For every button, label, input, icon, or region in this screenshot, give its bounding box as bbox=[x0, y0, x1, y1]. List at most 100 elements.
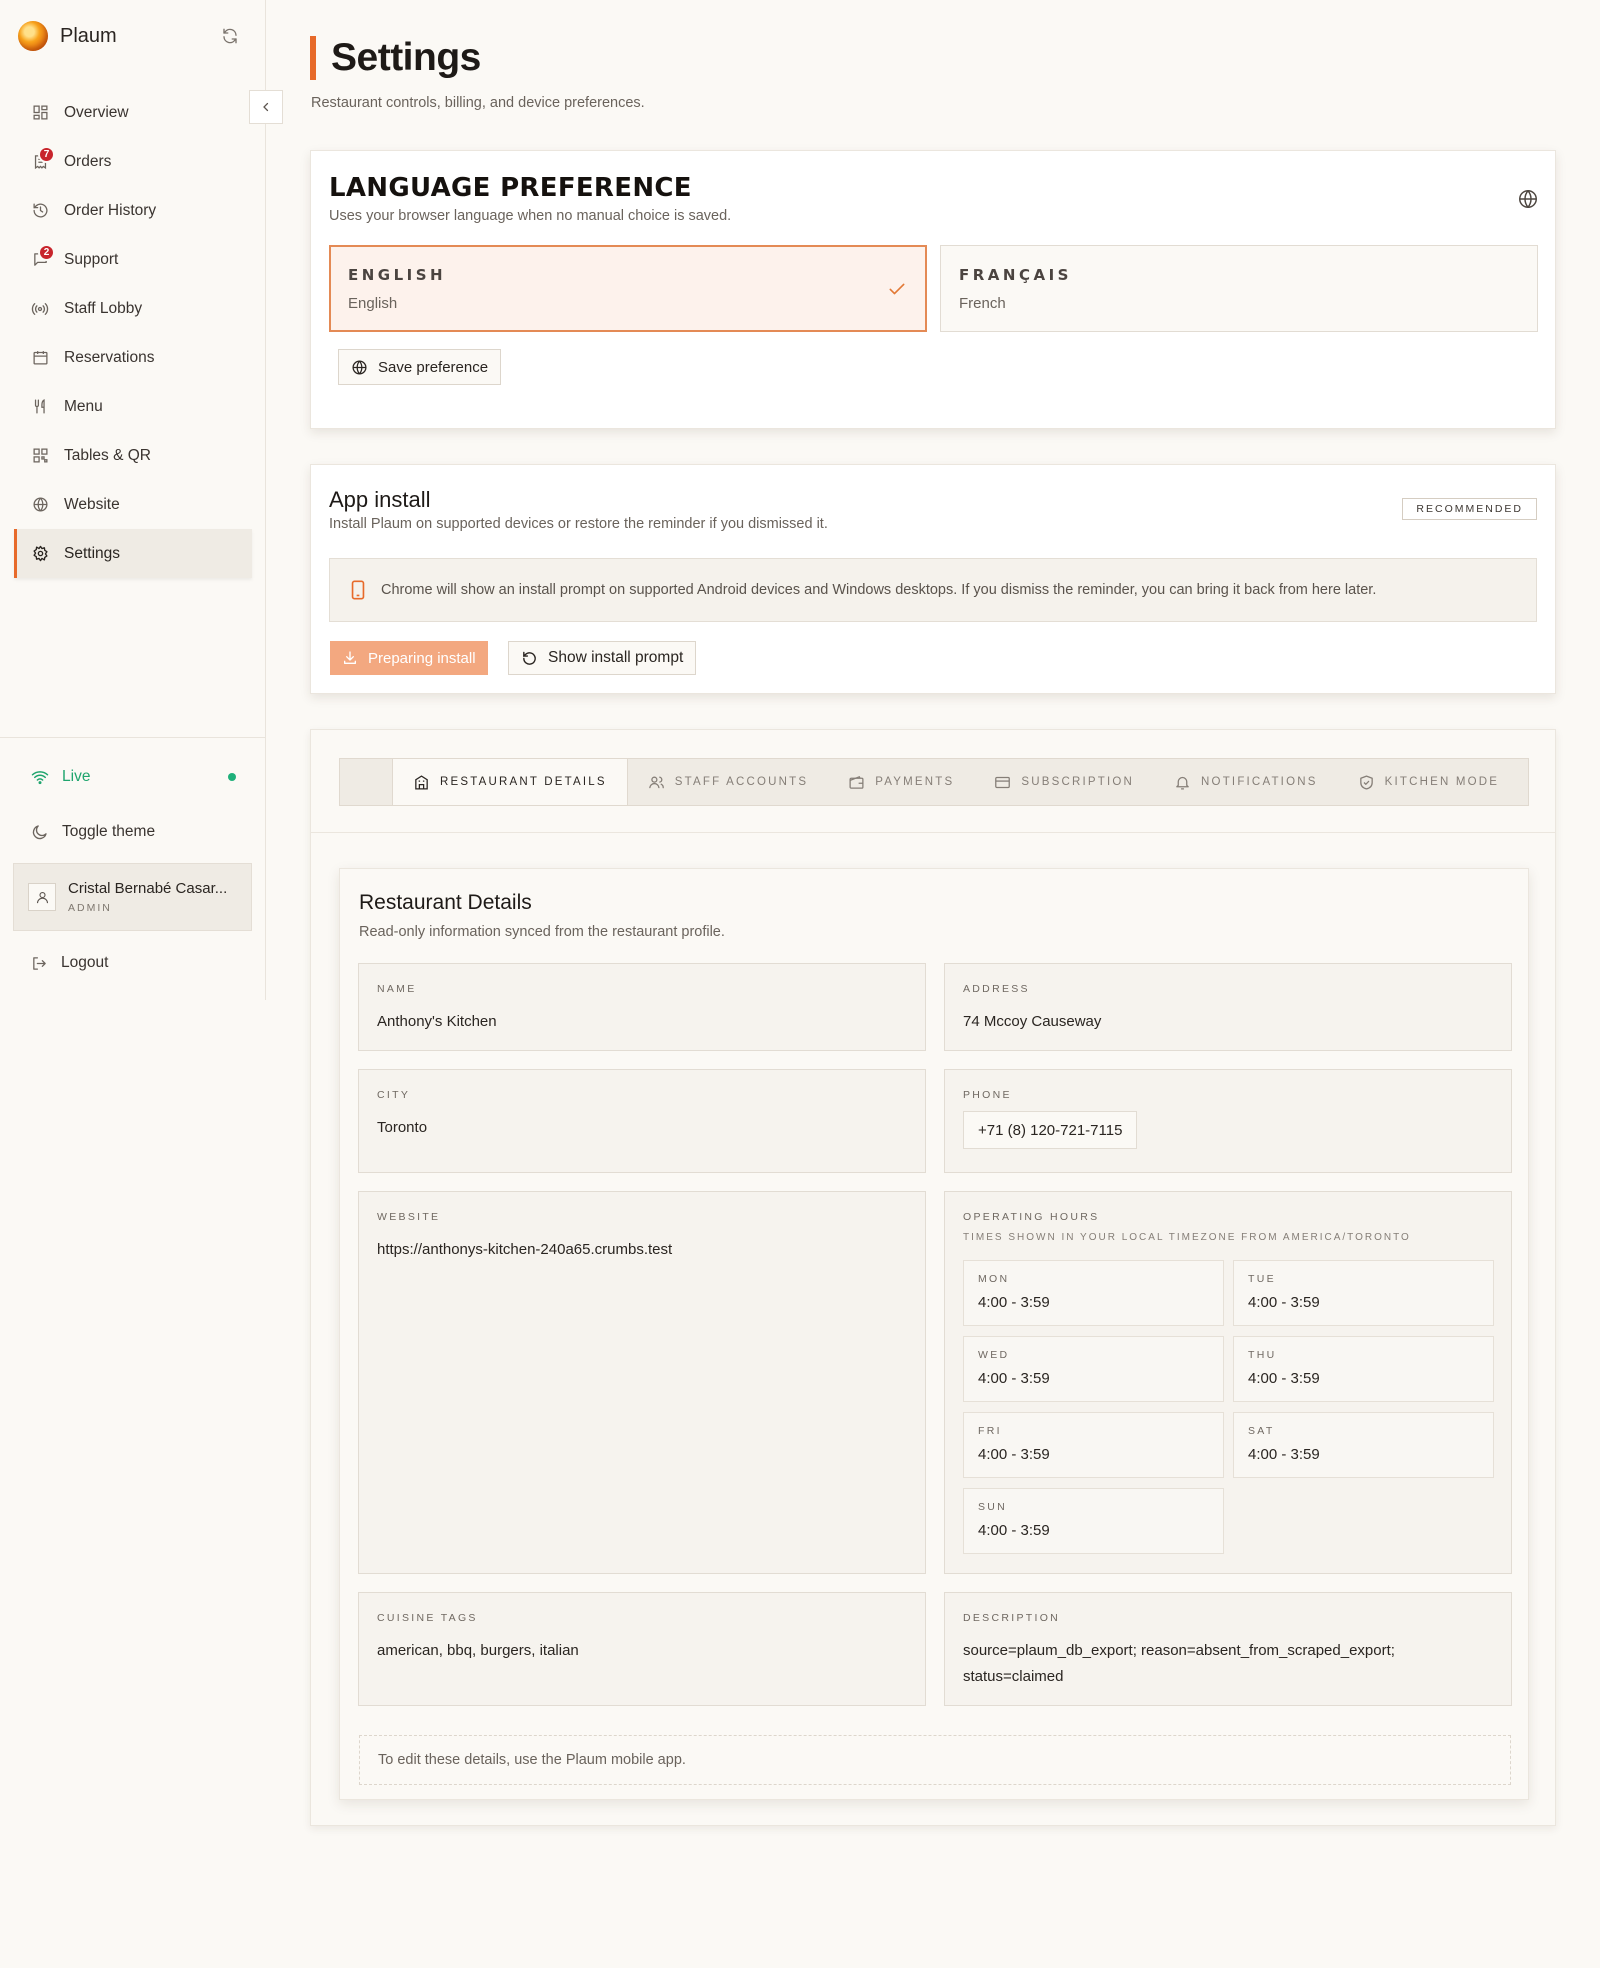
sidebar-item-settings[interactable]: Settings bbox=[14, 529, 252, 578]
hours-day: FRI bbox=[978, 1425, 1002, 1437]
gear-icon bbox=[31, 545, 49, 563]
app-install-title: App install bbox=[329, 487, 431, 512]
title-accent-bar bbox=[310, 36, 316, 80]
hours-cell: MON 4:00 - 3:59 bbox=[963, 1260, 1224, 1326]
sidebar-item-order-history[interactable]: Order History bbox=[14, 186, 252, 235]
tab-notifications[interactable]: NOTIFICATIONS bbox=[1154, 759, 1338, 805]
live-status: Live bbox=[31, 764, 236, 790]
globe-icon bbox=[351, 359, 368, 376]
building-icon bbox=[413, 774, 430, 791]
save-preference-button[interactable]: Save preference bbox=[338, 349, 502, 385]
sidebar-item-label: Overview bbox=[64, 103, 129, 121]
refresh-icon[interactable] bbox=[218, 24, 242, 48]
field-name: NAME Anthony's Kitchen bbox=[358, 963, 926, 1051]
sidebar-item-support[interactable]: 2 Support bbox=[14, 235, 252, 284]
hours-day: WED bbox=[978, 1349, 1010, 1361]
plaum-logo bbox=[18, 21, 48, 51]
hours-cell: SAT 4:00 - 3:59 bbox=[1233, 1412, 1494, 1478]
toggle-theme-button[interactable]: Toggle theme bbox=[31, 819, 155, 845]
tab-label: STAFF ACCOUNTS bbox=[674, 776, 809, 788]
user-profile-card[interactable]: Cristal Bernabé Casar... ADMIN bbox=[13, 863, 252, 931]
download-icon bbox=[342, 650, 358, 666]
hours-cell: TUE 4:00 - 3:59 bbox=[1233, 1260, 1494, 1326]
save-preference-label: Save preference bbox=[378, 358, 489, 376]
sidebar-item-orders[interactable]: 7 Orders bbox=[14, 137, 252, 186]
tab-label: RESTAURANT DETAILS bbox=[440, 776, 607, 788]
sidebar-item-menu[interactable]: Menu bbox=[14, 382, 252, 431]
install-note-text: Chrome will show an install prompt on su… bbox=[381, 582, 1377, 598]
hours-day: MON bbox=[978, 1273, 1010, 1285]
sidebar-item-overview[interactable]: Overview bbox=[14, 88, 252, 137]
field-label: ADDRESS bbox=[963, 983, 1030, 995]
tab-kitchen-mode[interactable]: KITCHEN MODE bbox=[1338, 759, 1520, 805]
collapse-sidebar-button[interactable] bbox=[249, 90, 283, 124]
sidebar-item-website[interactable]: Website bbox=[14, 480, 252, 529]
tab-subscription[interactable]: SUBSCRIPTION bbox=[974, 759, 1154, 805]
tab-label: PAYMENTS bbox=[875, 776, 955, 788]
tab-label: KITCHEN MODE bbox=[1384, 776, 1500, 788]
hours-time: 4:00 - 3:59 bbox=[978, 1294, 1050, 1311]
hours-time: 4:00 - 3:59 bbox=[1248, 1294, 1320, 1311]
show-install-prompt-button[interactable]: Show install prompt bbox=[508, 641, 697, 675]
field-value: Anthony's Kitchen bbox=[377, 1013, 497, 1030]
field-label: CUISINE TAGS bbox=[377, 1612, 478, 1624]
language-name: French bbox=[959, 295, 1006, 312]
language-option-english[interactable]: ENGLISH English bbox=[329, 245, 927, 332]
tab-payments[interactable]: PAYMENTS bbox=[828, 759, 974, 805]
preparing-install-label: Preparing install bbox=[368, 649, 476, 667]
qr-icon bbox=[31, 447, 49, 465]
language-name: English bbox=[348, 295, 398, 312]
logout-icon bbox=[31, 955, 48, 972]
sidebar-item-reservations[interactable]: Reservations bbox=[14, 333, 252, 382]
language-option-francais[interactable]: FRANÇAIS French bbox=[940, 245, 1538, 332]
brand[interactable]: Plaum bbox=[18, 20, 117, 52]
sidebar-item-label: Reservations bbox=[64, 348, 155, 366]
details-subtitle: Read-only information synced from the re… bbox=[359, 924, 725, 940]
language-code: FRANÇAIS bbox=[959, 266, 1072, 284]
sidebar-item-label: Support bbox=[64, 250, 119, 268]
calendar-icon bbox=[31, 349, 49, 367]
sidebar-item-label: Orders bbox=[64, 152, 112, 170]
field-label: OPERATING HOURS bbox=[963, 1211, 1100, 1223]
app-install-subtitle: Install Plaum on supported devices or re… bbox=[329, 516, 828, 532]
logout-label: Logout bbox=[61, 954, 109, 971]
field-operating-hours: OPERATING HOURS TIMES SHOWN IN YOUR LOCA… bbox=[944, 1191, 1512, 1574]
field-label: PHONE bbox=[963, 1089, 1012, 1101]
field-city: CITY Toronto bbox=[358, 1069, 926, 1173]
history-icon bbox=[31, 202, 49, 220]
hours-day: TUE bbox=[1248, 1273, 1276, 1285]
field-description: DESCRIPTION source=plaum_db_export; reas… bbox=[944, 1592, 1512, 1706]
app-install-card: App install Install Plaum on supported d… bbox=[310, 464, 1556, 694]
install-info-note: Chrome will show an install prompt on su… bbox=[329, 558, 1537, 622]
bell-icon bbox=[1174, 774, 1191, 791]
field-label: DESCRIPTION bbox=[963, 1612, 1061, 1624]
sidebar-item-label: Tables & QR bbox=[64, 446, 152, 464]
hours-time: 4:00 - 3:59 bbox=[978, 1370, 1050, 1387]
rotate-icon bbox=[521, 650, 538, 667]
phone-value[interactable]: +71 (8) 120-721-7115 bbox=[963, 1111, 1138, 1149]
preparing-install-button[interactable]: Preparing install bbox=[330, 641, 488, 675]
sidebar-nav: Overview 7 Orders Order History 2 Suppor… bbox=[14, 88, 252, 578]
tab-staff-accounts[interactable]: STAFF ACCOUNTS bbox=[628, 759, 828, 805]
sidebar-item-staff-lobby[interactable]: Staff Lobby bbox=[14, 284, 252, 333]
users-icon bbox=[648, 774, 665, 791]
field-address: ADDRESS 74 Mccoy Causeway bbox=[944, 963, 1512, 1051]
sidebar-item-tables-qr[interactable]: Tables & QR bbox=[14, 431, 252, 480]
wifi-icon bbox=[31, 768, 49, 786]
sidebar-item-label: Settings bbox=[64, 544, 121, 562]
language-code: ENGLISH bbox=[348, 266, 447, 284]
language-subtitle: Uses your browser language when no manua… bbox=[329, 208, 732, 224]
tab-label: NOTIFICATIONS bbox=[1201, 776, 1318, 788]
hours-time: 4:00 - 3:59 bbox=[1248, 1446, 1320, 1463]
settings-tabs-card: RESTAURANT DETAILS STAFF ACCOUNTS PAYMEN… bbox=[310, 729, 1556, 1826]
tab-restaurant-details[interactable]: RESTAURANT DETAILS bbox=[392, 759, 628, 805]
hours-day: THU bbox=[1248, 1349, 1277, 1361]
logout-button[interactable]: Logout bbox=[31, 950, 108, 976]
hours-time: 4:00 - 3:59 bbox=[978, 1522, 1050, 1539]
field-label: NAME bbox=[377, 983, 417, 995]
website-link[interactable]: https://anthonys-kitchen-240a65.crumbs.t… bbox=[377, 1237, 925, 1263]
page-title: Settings bbox=[310, 36, 481, 80]
wallet-icon bbox=[848, 774, 865, 791]
app-name: Plaum bbox=[60, 24, 117, 47]
card-icon bbox=[994, 774, 1011, 791]
